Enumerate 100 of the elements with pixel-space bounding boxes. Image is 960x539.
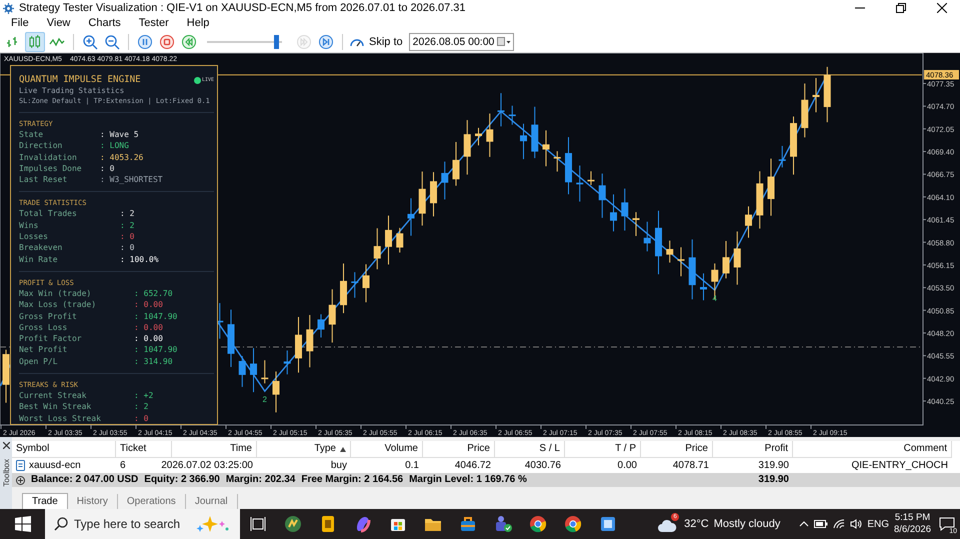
- candle: [385, 215, 392, 265]
- column-header[interactable]: Price: [423, 441, 495, 458]
- stat-label: Profit Factor: [19, 333, 83, 344]
- stat-value: : 0.00: [134, 333, 163, 344]
- candle: [498, 92, 504, 127]
- candle: [486, 113, 494, 158]
- app-icon: [3, 2, 14, 14]
- candle: [790, 116, 797, 176]
- sparkle-icon: [196, 515, 230, 533]
- tab[interactable]: Trade: [22, 493, 68, 509]
- stat-label: Open P/L: [19, 356, 59, 368]
- candle: [621, 188, 628, 232]
- close-icon[interactable]: [2, 442, 10, 449]
- column-header[interactable]: Price: [641, 441, 713, 458]
- candle: [745, 206, 752, 238]
- expand-icon[interactable]: [16, 476, 25, 484]
- column-header[interactable]: Comment: [793, 441, 952, 458]
- menu-item[interactable]: Tester: [130, 16, 178, 31]
- column-header[interactable]: Time: [172, 441, 257, 458]
- stat-label: Net Profit: [19, 344, 68, 356]
- candle: [475, 127, 482, 146]
- candle: [824, 66, 831, 123]
- stat-value: : 4053.26: [100, 152, 144, 163]
- stat-value: : 652.70: [134, 288, 173, 300]
- column-header[interactable]: Type: [257, 441, 351, 458]
- menu-item[interactable]: Charts: [79, 16, 130, 31]
- stat-label: Win Rate: [19, 254, 59, 265]
- candle: [272, 370, 280, 413]
- column-header[interactable]: Profit: [713, 441, 793, 458]
- column-header[interactable]: Volume: [351, 441, 423, 458]
- table-cell-text: 0.00: [618, 459, 637, 473]
- task-view-icon[interactable]: [250, 517, 266, 531]
- table-cell-text: buy: [330, 459, 347, 473]
- candle: [351, 272, 358, 298]
- candle: [778, 145, 786, 168]
- table-cell-text: 0.1: [405, 459, 419, 473]
- candle: [508, 105, 516, 126]
- date-field[interactable]: 2026.08.05 00:00: [408, 32, 514, 50]
- wave-label: 2: [262, 395, 267, 404]
- candle: [284, 350, 291, 375]
- wifi-icon[interactable]: [833, 519, 846, 529]
- rewind-icon: [181, 34, 197, 50]
- candle: [722, 240, 730, 279]
- candle: [430, 172, 437, 217]
- zoom-out-icon: [104, 34, 120, 50]
- stat-value: : W3_SHORTEST: [100, 174, 163, 186]
- candle: [340, 263, 347, 314]
- toolbox-label: Toolbox: [2, 459, 10, 487]
- candles-icon: [27, 34, 43, 50]
- table-cell-text: 4030.76: [524, 459, 561, 473]
- stat-label: State: [19, 129, 44, 140]
- candle: [700, 272, 707, 301]
- menu-item[interactable]: Help: [178, 16, 218, 31]
- account-summary: Margin: 202.34: [226, 473, 296, 487]
- panel-title: QUANTUM IMPULSE ENGINE: [19, 74, 141, 86]
- candle: [734, 230, 741, 286]
- candle: [418, 171, 426, 226]
- candle: [812, 78, 820, 113]
- stat-value: : 0: [100, 162, 114, 174]
- stat-label: Current Streak: [19, 390, 88, 402]
- pause-icon: [137, 34, 153, 50]
- account-summary: Balance: 2 047.00 USD: [31, 473, 138, 487]
- stat-value: : 0.00: [134, 322, 163, 334]
- stat-label: Gross Profit: [19, 310, 78, 322]
- clock[interactable]: 5:15 PM 8/6/2026: [894, 512, 931, 536]
- candle: [565, 136, 572, 195]
- slider-thumb[interactable]: [274, 34, 279, 48]
- candle: [588, 170, 594, 186]
- column-header[interactable]: Symbol: [12, 441, 116, 458]
- close-icon: [937, 3, 947, 13]
- language-indicator[interactable]: ENG: [867, 518, 890, 530]
- menu-item[interactable]: File: [2, 16, 38, 31]
- stat-label: Breakeven: [19, 242, 64, 254]
- restore-icon: [896, 3, 906, 13]
- candles-button[interactable]: [25, 32, 45, 52]
- candle: [610, 194, 617, 232]
- stat-label: Max Loss (trade): [19, 299, 98, 311]
- candle: [228, 309, 234, 368]
- column-header[interactable]: Ticket: [116, 441, 172, 458]
- account-summary: Free Margin: 2 164.56: [301, 473, 404, 487]
- cloud-icon[interactable]: [657, 517, 678, 533]
- menu-item[interactable]: View: [38, 16, 80, 31]
- candle: [261, 360, 268, 384]
- battery-icon[interactable]: [814, 520, 828, 528]
- candle: [576, 165, 584, 202]
- candle: [531, 106, 538, 159]
- candle: [250, 348, 257, 393]
- calendar-dropdown-icon[interactable]: [497, 36, 512, 46]
- candle: [801, 83, 808, 138]
- table-cell-text: 6: [120, 459, 126, 473]
- column-header[interactable]: T / P: [565, 441, 641, 458]
- step-icon: [296, 34, 312, 50]
- stat-label: Max Win (trade): [19, 288, 92, 300]
- speaker-icon[interactable]: [850, 519, 862, 529]
- stat-label: Worst Loss Streak: [19, 412, 102, 424]
- column-header[interactable]: S / L: [495, 441, 565, 458]
- window-title: Strategy Tester Visualization : QIE-V1 on XAUUSD-ECN,M5 from 2026.07.01 to 2026.07.31: [19, 2, 467, 14]
- candle: [711, 262, 718, 300]
- search-field[interactable]: Type here to search: [45, 509, 240, 539]
- chevron-up-icon[interactable]: [799, 521, 810, 527]
